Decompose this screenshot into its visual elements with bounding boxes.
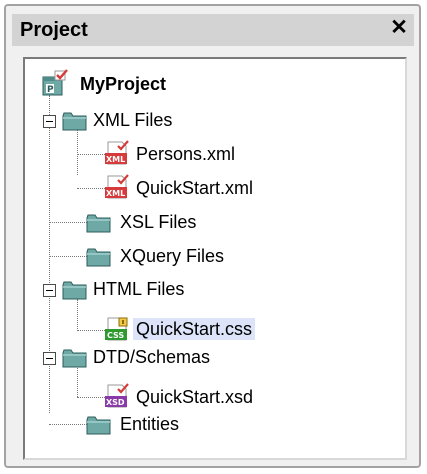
tree-connector — [77, 365, 78, 397]
tree-label: XQuery Files — [120, 246, 225, 266]
project-icon: P — [42, 69, 68, 96]
tree-label: HTML Files — [93, 279, 185, 299]
folder-icon — [62, 112, 87, 131]
tree-connector — [49, 222, 87, 223]
tree-label: Entities — [120, 414, 180, 434]
xml-file-icon: XML — [105, 174, 129, 199]
tree-label: QuickStart.xsd — [136, 387, 254, 407]
close-icon[interactable]: ✕ — [388, 17, 410, 39]
folder-icon — [86, 248, 111, 267]
panel-titlebar[interactable]: Project ✕ — [12, 14, 414, 46]
css-file-icon: CSS — [105, 317, 128, 341]
collapse-html-files[interactable] — [43, 284, 56, 297]
svg-text:P: P — [47, 85, 54, 95]
collapse-xml-files[interactable] — [43, 115, 56, 128]
svg-text:XML: XML — [106, 189, 125, 198]
tree-label: DTD/Schemas — [93, 347, 211, 367]
xml-file-icon: XML — [105, 140, 129, 165]
svg-text:XML: XML — [106, 155, 125, 164]
svg-text:XSD: XSD — [106, 398, 125, 407]
svg-text:CSS: CSS — [107, 331, 124, 340]
tree-label: QuickStart.xml — [136, 178, 254, 198]
tree-connector — [77, 188, 107, 189]
project-tree[interactable]: P MyProject XML Files XML Persons.xml XM… — [23, 57, 407, 460]
collapse-dtd-schemas[interactable] — [43, 352, 56, 365]
panel-title: Project — [20, 19, 88, 41]
tree-connector — [49, 256, 87, 257]
folder-icon — [86, 214, 111, 233]
xsd-file-icon: XSD — [105, 383, 129, 408]
tree-connector — [49, 424, 87, 425]
tree-connector — [77, 397, 107, 398]
tree-connector — [77, 154, 107, 155]
tree-connector — [77, 299, 78, 331]
tree-label: XSL Files — [120, 212, 197, 232]
tree-label: Persons.xml — [136, 144, 236, 164]
tree-label: XML Files — [93, 110, 173, 130]
tree-connector — [77, 330, 107, 331]
project-panel: Project ✕ P MyProject XML Files XML Pers… — [4, 4, 421, 468]
tree-label: QuickStart.css — [133, 318, 256, 340]
folder-icon — [62, 349, 87, 368]
tree-connector — [49, 95, 50, 413]
tree-label: MyProject — [80, 74, 167, 94]
folder-icon — [86, 416, 111, 435]
folder-icon — [62, 281, 87, 300]
